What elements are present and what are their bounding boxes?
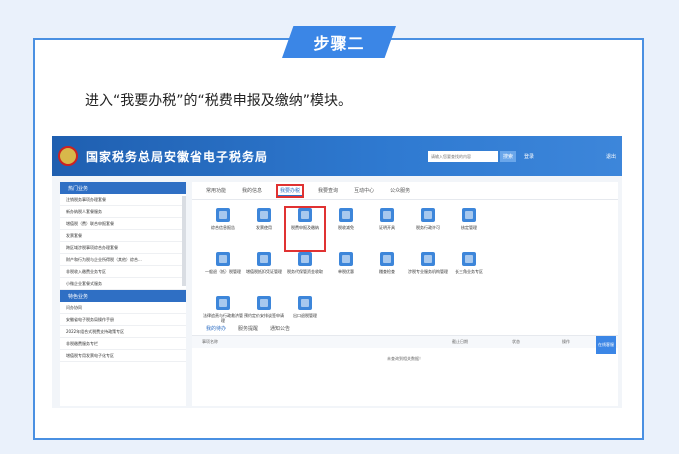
tab-my-todo[interactable]: 我的待办 <box>206 325 226 332</box>
col-item-name: 事项名称 <box>202 339 218 344</box>
tile[interactable]: 长三角业务专区 <box>450 252 488 294</box>
tile[interactable]: 税收减免 <box>327 208 365 250</box>
pricing-icon <box>257 296 271 310</box>
instruction-text: 进入“我要办税”的“税费申报及缴纳”模块。 <box>85 93 353 109</box>
tile[interactable]: 一般退（抵）税管理 <box>204 252 242 294</box>
sidebar-item[interactable]: 跨区域涉税事项综合办理套餐 <box>60 242 186 254</box>
search-input[interactable] <box>427 150 498 162</box>
tab-common[interactable]: 常用功能 <box>206 187 226 194</box>
tile[interactable]: 稽查检查 <box>368 252 406 294</box>
sidebar-item[interactable]: 新办纳税人套餐服务 <box>60 206 186 218</box>
refund-icon <box>216 252 230 266</box>
col-deadline: 截止日期 <box>452 339 468 344</box>
tab-public-service[interactable]: 公众服务 <box>390 187 410 194</box>
col-action: 操作 <box>562 339 570 344</box>
tile[interactable]: 税务代保管资金收取 <box>286 252 324 294</box>
tile[interactable]: 证明开具 <box>368 208 406 250</box>
inspection-icon <box>380 252 394 266</box>
tab-interaction[interactable]: 互动中心 <box>354 187 374 194</box>
tile[interactable]: 单税优惠 <box>327 252 365 294</box>
sidebar-item[interactable]: 财产和行为税与企业所得税（其他）综合... <box>60 254 186 266</box>
todo-section: 我的待办 服务提醒 通知公告 事项名称 截止日期 状态 操作 未查询到相关数据！ <box>192 322 618 362</box>
tax-emblem-icon <box>58 146 78 166</box>
reduction-icon <box>339 208 353 222</box>
license-icon <box>421 208 435 222</box>
certificate-icon <box>380 208 394 222</box>
table-header: 事项名称 截止日期 状态 操作 <box>192 336 618 348</box>
declaration-icon <box>298 208 312 222</box>
tab-service-reminder[interactable]: 服务提醒 <box>238 325 258 332</box>
tile[interactable]: 核定管理 <box>450 208 488 250</box>
preference-icon <box>339 252 353 266</box>
tile[interactable]: 涉税专业服务机构管理 <box>408 252 448 294</box>
sidebar-scrollbar[interactable] <box>182 196 186 286</box>
sidebar-item[interactable]: 2022年组合式税费支持政策专区 <box>60 326 186 338</box>
tile[interactable]: 增值税抵扣凭证管理 <box>245 252 283 294</box>
report-icon <box>216 208 230 222</box>
sidebar-item[interactable]: 增值税（费）联合申报套餐 <box>60 218 186 230</box>
invoice-icon <box>257 208 271 222</box>
top-bar: 国家税务总局安徽省电子税务局 搜索 登录 退出 <box>52 136 622 176</box>
login-link[interactable]: 登录 <box>524 153 534 160</box>
tile[interactable]: 税务行政许可 <box>409 208 447 250</box>
step-badge: 步骤二 <box>282 26 396 58</box>
tax-portal-screenshot: 国家税务总局安徽省电子税务局 搜索 登录 退出 热门业务 注销税务事项办理套餐 … <box>52 136 622 408</box>
legal-icon <box>216 296 230 310</box>
col-status: 状态 <box>512 339 520 344</box>
site-title: 国家税务总局安徽省电子税务局 <box>86 149 269 164</box>
sidebar-item[interactable]: 小微企业套餐式服务 <box>60 278 186 290</box>
function-grid: 综合信息报告 发票使用 税费申报及缴纳 税收减免 证明开具 税务行政许可 核定管… <box>192 200 618 338</box>
tab-notice[interactable]: 通知公告 <box>270 325 290 332</box>
tile[interactable]: 综合信息报告 <box>204 208 242 250</box>
tile-tax-declaration[interactable]: 税费申报及缴纳 <box>284 206 326 252</box>
exit-link[interactable]: 退出 <box>606 153 616 160</box>
sidebar-item[interactable]: 增值税专用发票电子化专区 <box>60 350 186 362</box>
sidebar-item[interactable]: 注销税务事项办理套餐 <box>60 194 186 206</box>
search-button[interactable]: 搜索 <box>499 150 516 162</box>
custody-icon <box>298 252 312 266</box>
sidebar-section-hot[interactable]: 热门业务 <box>60 182 186 194</box>
tab-my-info[interactable]: 我的信息 <box>242 187 262 194</box>
sidebar-item[interactable]: 非税收入缴费业务专区 <box>60 266 186 278</box>
sidebar-item[interactable]: 非税缴费服务专栏 <box>60 338 186 350</box>
main-panel: 常用功能 我的信息 我要办税 我要查询 互动中心 公众服务 综合信息报告 发票使… <box>192 182 618 406</box>
sidebar-item[interactable]: 问办协同 <box>60 302 186 314</box>
yangtze-icon <box>462 252 476 266</box>
sidebar-section-special[interactable]: 特色业务 <box>60 290 186 302</box>
sidebar-item[interactable]: 安徽省电子税务局操作手册 <box>60 314 186 326</box>
tab-query[interactable]: 我要查询 <box>318 187 338 194</box>
tile[interactable]: 发票使用 <box>245 208 283 250</box>
tab-handle-tax[interactable]: 我要办税 <box>276 183 305 198</box>
empty-message: 未查询到相关数据！ <box>387 356 423 361</box>
agency-icon <box>421 252 435 266</box>
todo-tabs: 我的待办 服务提醒 通知公告 <box>192 322 618 336</box>
sidebar: 热门业务 注销税务事项办理套餐 新办纳税人套餐服务 增值税（费）联合申报套餐 发… <box>60 182 186 406</box>
main-tabs: 常用功能 我的信息 我要办税 我要查询 互动中心 公众服务 <box>192 182 618 200</box>
sidebar-item[interactable]: 发票套餐 <box>60 230 186 242</box>
deduction-icon <box>257 252 271 266</box>
export-refund-icon <box>298 296 312 310</box>
assess-icon <box>462 208 476 222</box>
online-service-button[interactable]: 在线客服 <box>596 336 616 354</box>
